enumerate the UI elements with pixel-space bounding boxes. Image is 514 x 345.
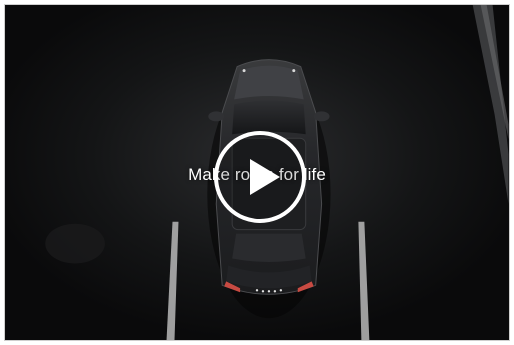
play-button[interactable] [212, 129, 308, 225]
video-player[interactable]: Make room for life [4, 4, 510, 341]
